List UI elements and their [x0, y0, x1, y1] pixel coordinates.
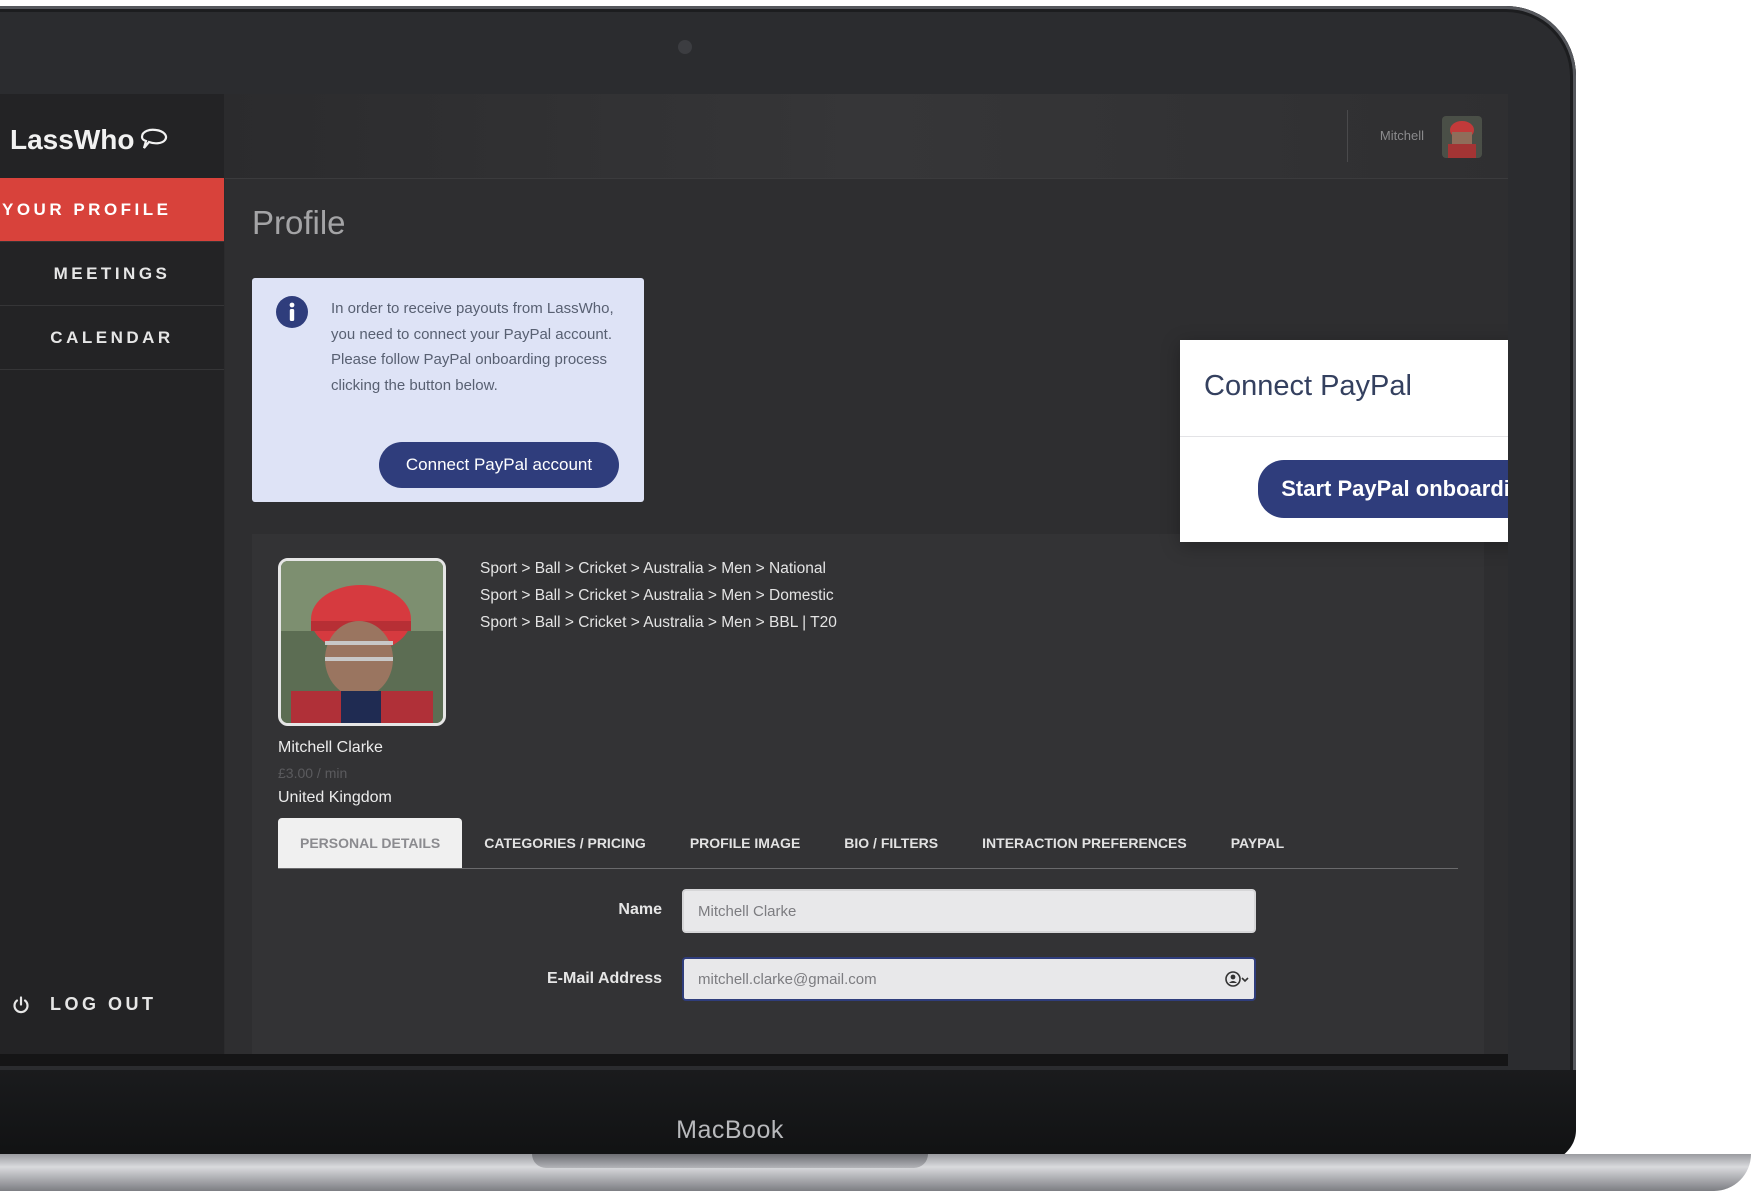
profile-tabs: PERSONAL DETAILS CATEGORIES / PRICING PR…	[278, 818, 1458, 869]
category-path: Sport > Ball > Cricket > Australia > Men…	[480, 560, 826, 577]
sidebar-item-label: YOUR PROFILE	[2, 199, 172, 219]
name-label: Name	[618, 901, 662, 918]
info-text: In order to receive payouts from LassWho…	[331, 300, 614, 394]
logo-text: LassWho	[10, 124, 135, 155]
page-title: Profile	[252, 204, 346, 241]
user-avatar[interactable]	[1442, 116, 1482, 158]
modal-title: Connect PayPal	[1204, 370, 1412, 402]
profile-card: Sport > Ball > Cricket > Australia > Men…	[252, 534, 1484, 1066]
device-label: MacBook	[676, 1116, 784, 1144]
logout-label: LOG OUT	[50, 994, 157, 1014]
profile-name: Mitchell Clarke	[278, 739, 383, 756]
connect-paypal-modal: Connect PayPal Start PayPal onboarding	[1180, 340, 1508, 542]
modal-header: Connect PayPal	[1180, 340, 1508, 437]
app-logo[interactable]: LassWho	[10, 124, 170, 156]
tab-profile-image[interactable]: PROFILE IMAGE	[668, 818, 822, 868]
sidebar-item-label: CALENDAR	[50, 327, 174, 347]
paypal-info-box: In order to receive payouts from LassWho…	[252, 278, 644, 502]
email-field[interactable]	[682, 957, 1256, 1001]
profile-photo	[278, 558, 446, 726]
autofill-person-icon[interactable]	[1224, 969, 1250, 989]
category-path: Sport > Ball > Cricket > Australia > Men…	[480, 587, 834, 604]
start-paypal-onboarding-button[interactable]: Start PayPal onboarding	[1258, 460, 1508, 518]
profile-country: United Kingdom	[278, 789, 392, 806]
tab-paypal[interactable]: PAYPAL	[1209, 818, 1306, 868]
tab-categories-pricing[interactable]: CATEGORIES / PRICING	[462, 818, 668, 868]
tab-interaction-preferences[interactable]: INTERACTION PREFERENCES	[960, 818, 1209, 868]
sidebar: LassWho YOUR PROFILE MEETINGS CALENDAR L…	[0, 94, 225, 1066]
logout-button[interactable]: LOG OUT	[12, 994, 157, 1015]
top-bar: Mitchell	[224, 94, 1508, 179]
sidebar-item-meetings[interactable]: MEETINGS	[0, 242, 224, 306]
camera-dot	[678, 40, 692, 54]
sidebar-item-calendar[interactable]: CALENDAR	[0, 306, 224, 370]
screen-bottom-edge	[0, 1054, 1508, 1066]
profile-photo-image	[281, 561, 443, 723]
info-icon	[276, 296, 308, 328]
category-path: Sport > Ball > Cricket > Australia > Men…	[480, 614, 837, 631]
email-label: E-Mail Address	[547, 970, 662, 987]
tab-personal-details[interactable]: PERSONAL DETAILS	[278, 818, 463, 868]
topbar-divider	[1347, 110, 1348, 162]
tab-bio-filters[interactable]: BIO / FILTERS	[822, 818, 960, 868]
laptop-hinge	[532, 1154, 928, 1168]
sidebar-item-label: MEETINGS	[53, 263, 171, 283]
app-screen: Mitchell LassWho YOUR PROFILE MEETINGS C…	[0, 94, 1508, 1066]
name-field[interactable]	[682, 889, 1256, 933]
laptop-chin	[0, 1070, 1576, 1160]
logo-bubble-icon	[141, 128, 168, 149]
connect-paypal-button[interactable]: Connect PayPal account	[379, 442, 619, 488]
sidebar-item-your-profile[interactable]: YOUR PROFILE	[0, 178, 224, 242]
user-name[interactable]: Mitchell	[1380, 128, 1424, 143]
profile-rate: £3.00 / min	[278, 765, 348, 781]
power-icon	[13, 995, 29, 1013]
